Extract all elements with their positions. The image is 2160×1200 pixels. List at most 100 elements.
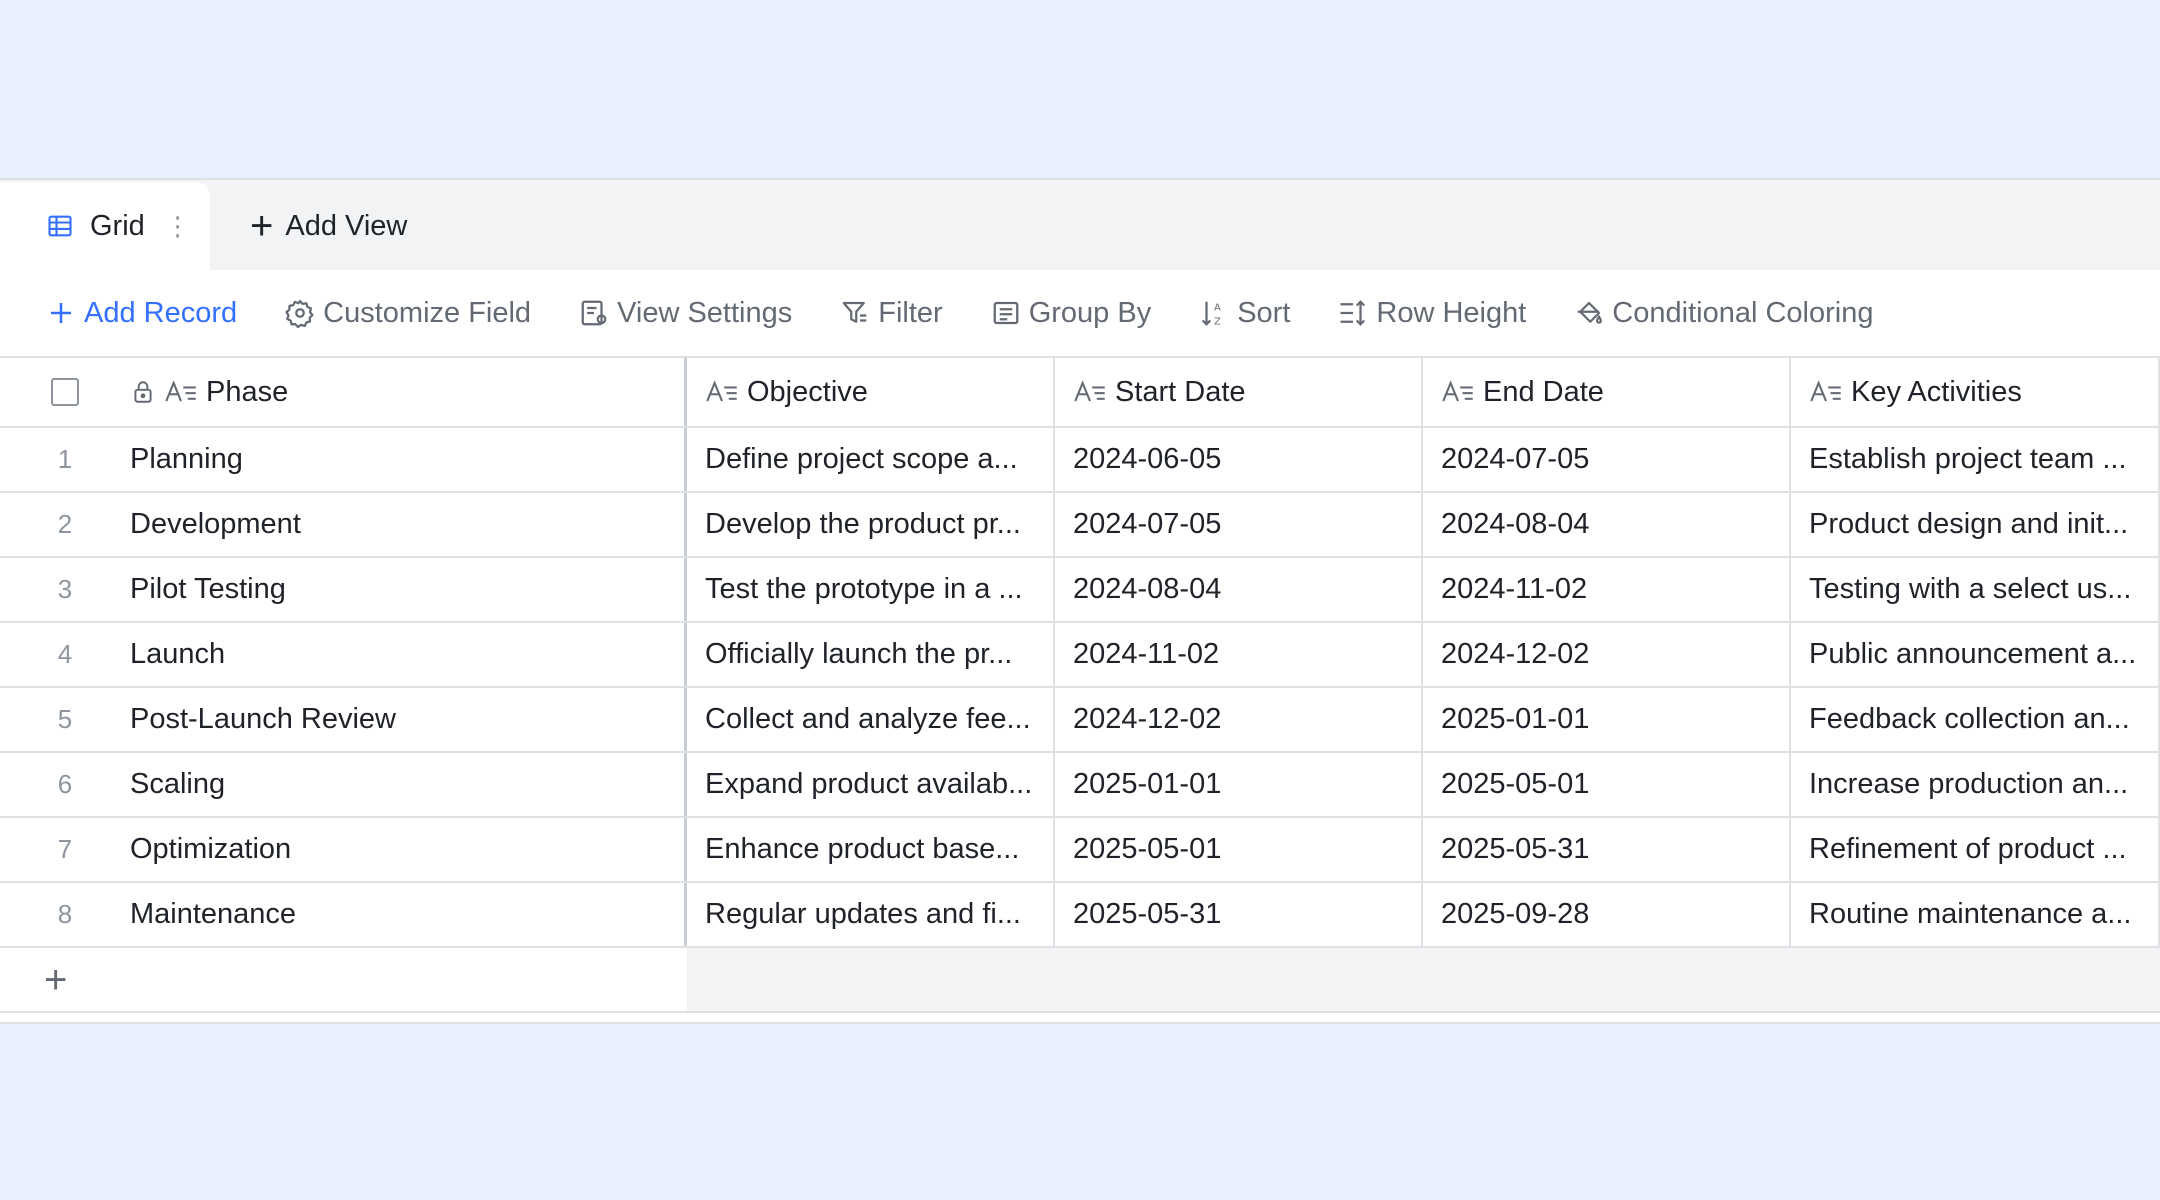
cell-key-activities[interactable]: Increase production an... [1791, 753, 2160, 816]
cell-key-activities[interactable]: Product design and init... [1791, 493, 2160, 556]
cell-objective[interactable]: Test the prototype in a ... [687, 558, 1055, 621]
cell-end-date[interactable]: 2025-01-01 [1423, 688, 1791, 751]
cell-start-date[interactable]: 2024-08-04 [1055, 558, 1423, 621]
row-number: 3 [57, 574, 73, 604]
cell-phase[interactable]: Development [130, 493, 687, 556]
row-number: 4 [57, 639, 73, 669]
conditional-coloring-label: Conditional Coloring [1612, 296, 1874, 329]
cell-phase[interactable]: Post-Launch Review [130, 688, 687, 751]
toolbar: Add Record Customize Field View Settings… [0, 270, 2160, 356]
conditional-coloring-button[interactable]: Conditional Coloring [1574, 297, 1873, 330]
select-all-checkbox[interactable] [51, 378, 79, 406]
text-field-icon [1809, 378, 1843, 406]
svg-text:Z: Z [1214, 316, 1221, 327]
cell-key-activities[interactable]: Public announcement a... [1791, 623, 2160, 686]
group-by-label: Group By [1028, 296, 1152, 329]
add-row-button[interactable]: + [0, 948, 687, 1011]
table-row[interactable]: 6 Scaling Expand product availab... 2025… [0, 753, 2160, 818]
row-number: 5 [57, 704, 73, 734]
cell-start-date[interactable]: 2025-05-31 [1055, 883, 1423, 946]
more-vertical-icon[interactable]: ⋮ [165, 211, 191, 242]
column-header-end-date-label: End Date [1483, 375, 1604, 408]
add-record-label: Add Record [84, 296, 238, 329]
table-row[interactable]: 5 Post-Launch Review Collect and analyze… [0, 688, 2160, 753]
add-row-bar: + [0, 948, 2160, 1013]
cell-key-activities[interactable]: Refinement of product ... [1791, 818, 2160, 881]
cell-phase[interactable]: Scaling [130, 753, 687, 816]
group-by-button[interactable]: Group By [991, 296, 1152, 330]
column-header-objective-label: Objective [747, 375, 868, 408]
cell-key-activities[interactable]: Testing with a select us... [1791, 558, 2160, 621]
column-header-end-date[interactable]: End Date [1423, 358, 1791, 426]
cell-end-date[interactable]: 2025-05-31 [1423, 818, 1791, 881]
cell-key-activities[interactable]: Feedback collection an... [1791, 688, 2160, 751]
header-row: Phase Objective Start Date End Date Key … [0, 358, 2160, 428]
cell-objective[interactable]: Define project scope a... [687, 428, 1055, 491]
grid-view-app: Grid ⋮ + Add View Add Record Customize F… [0, 178, 2160, 1024]
view-tab-bar: Grid ⋮ + Add View [0, 180, 2160, 270]
data-grid: Phase Objective Start Date End Date Key … [0, 356, 2160, 1013]
add-record-button[interactable]: Add Record [46, 297, 237, 330]
cell-phase[interactable]: Maintenance [130, 883, 687, 946]
filter-button[interactable]: Filter [840, 296, 943, 330]
column-header-key-activities[interactable]: Key Activities [1791, 358, 2160, 426]
tab-grid-label: Grid [90, 209, 145, 242]
cell-end-date[interactable]: 2024-08-04 [1423, 493, 1791, 556]
cell-start-date[interactable]: 2024-12-02 [1055, 688, 1423, 751]
sort-button[interactable]: AZ Sort [1199, 297, 1290, 330]
cell-key-activities[interactable]: Establish project team ... [1791, 428, 2160, 491]
text-field-icon [1073, 378, 1107, 406]
group-by-icon [993, 301, 1019, 325]
cell-start-date[interactable]: 2025-01-01 [1055, 753, 1423, 816]
plus-icon: + [44, 957, 68, 1002]
column-header-start-date[interactable]: Start Date [1055, 358, 1423, 426]
column-header-objective[interactable]: Objective [687, 358, 1055, 426]
customize-field-button[interactable]: Customize Field [285, 297, 531, 330]
table-row[interactable]: 3 Pilot Testing Test the prototype in a … [0, 558, 2160, 623]
cell-objective[interactable]: Enhance product base... [687, 818, 1055, 881]
cell-start-date[interactable]: 2024-07-05 [1055, 493, 1423, 556]
tab-grid[interactable]: Grid ⋮ [0, 182, 210, 270]
customize-field-label: Customize Field [323, 296, 532, 329]
grid-icon [46, 212, 74, 240]
plus-icon: + [250, 204, 274, 248]
cell-objective[interactable]: Regular updates and fi... [687, 883, 1055, 946]
svg-text:A: A [1214, 303, 1221, 314]
cell-end-date[interactable]: 2024-07-05 [1423, 428, 1791, 491]
empty-area [687, 948, 2160, 1011]
view-settings-icon [581, 300, 607, 326]
sort-label: Sort [1237, 296, 1291, 329]
cell-end-date[interactable]: 2025-09-28 [1423, 883, 1791, 946]
lock-icon [130, 378, 156, 406]
add-view-button[interactable]: + Add View [250, 182, 407, 270]
cell-start-date[interactable]: 2025-05-01 [1055, 818, 1423, 881]
filter-label: Filter [878, 296, 943, 329]
cell-start-date[interactable]: 2024-06-05 [1055, 428, 1423, 491]
row-height-icon [1340, 300, 1366, 326]
text-field-icon [705, 378, 739, 406]
cell-end-date[interactable]: 2025-05-01 [1423, 753, 1791, 816]
table-row[interactable]: 4 Launch Officially launch the pr... 202… [0, 623, 2160, 688]
table-row[interactable]: 7 Optimization Enhance product base... 2… [0, 818, 2160, 883]
cell-phase[interactable]: Optimization [130, 818, 687, 881]
cell-phase[interactable]: Planning [130, 428, 687, 491]
cell-end-date[interactable]: 2024-12-02 [1423, 623, 1791, 686]
cell-objective[interactable]: Develop the product pr... [687, 493, 1055, 556]
table-row[interactable]: 8 Maintenance Regular updates and fi... … [0, 883, 2160, 948]
column-header-phase[interactable]: Phase [130, 358, 687, 426]
cell-key-activities[interactable]: Routine maintenance a... [1791, 883, 2160, 946]
cell-objective[interactable]: Collect and analyze fee... [687, 688, 1055, 751]
table-row[interactable]: 2 Development Develop the product pr... … [0, 493, 2160, 558]
row-height-button[interactable]: Row Height [1338, 297, 1526, 330]
cell-phase[interactable]: Launch [130, 623, 687, 686]
view-settings-button[interactable]: View Settings [579, 297, 792, 330]
gear-icon [285, 300, 314, 328]
table-row[interactable]: 1 Planning Define project scope a... 202… [0, 428, 2160, 493]
column-header-key-activities-label: Key Activities [1851, 375, 2022, 408]
cell-start-date[interactable]: 2024-11-02 [1055, 623, 1423, 686]
row-number: 1 [57, 444, 73, 474]
cell-phase[interactable]: Pilot Testing [130, 558, 687, 621]
cell-objective[interactable]: Officially launch the pr... [687, 623, 1055, 686]
cell-objective[interactable]: Expand product availab... [687, 753, 1055, 816]
cell-end-date[interactable]: 2024-11-02 [1423, 558, 1791, 621]
